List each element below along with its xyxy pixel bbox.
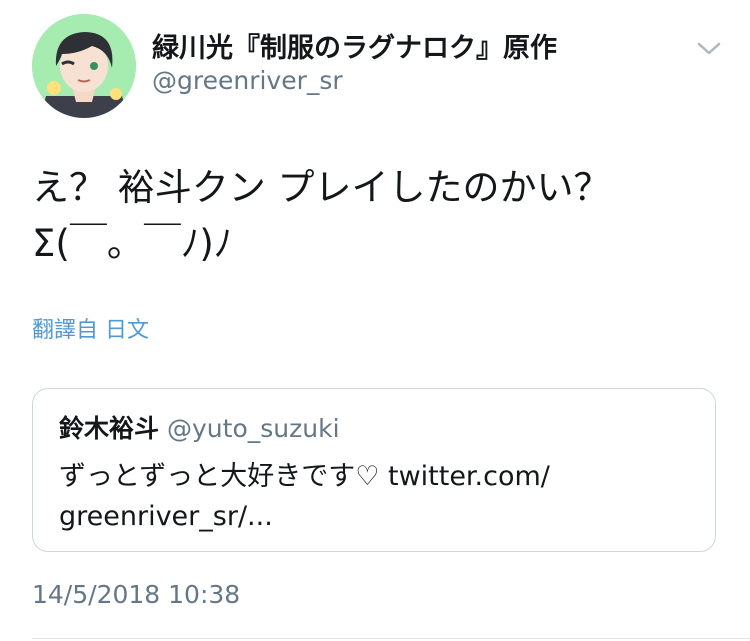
avatar[interactable] xyxy=(32,14,136,118)
quote-text: ずっとずっと大好きです♡ twitter.com/ greenriver_sr/… xyxy=(59,457,689,537)
display-name[interactable]: 緑川光『制服のラグナロク』原作 xyxy=(152,26,557,65)
tweet-timestamp[interactable]: 14/5/2018 10:38 xyxy=(32,580,240,609)
avatar-illustration xyxy=(32,14,136,118)
user-handle[interactable]: @greenriver_sr xyxy=(152,66,343,95)
chevron-down-icon[interactable] xyxy=(694,36,724,60)
quote-display-name: 鈴木裕斗 xyxy=(59,414,160,443)
tweet-text: え？ 裕斗クン プレイしたのかい？ Σ(￣。￣ﾉ)ﾉ xyxy=(32,166,611,265)
quote-text-content: ずっとずっと大好きです♡ twitter.com/ greenriver_sr/… xyxy=(59,461,550,532)
translate-link[interactable]: 翻譯自 日文 xyxy=(32,312,149,344)
quoted-tweet[interactable]: 鈴木裕斗 @yuto_suzuki ずっとずっと大好きです♡ twitter.co… xyxy=(32,388,716,552)
quote-author: 鈴木裕斗 @yuto_suzuki xyxy=(59,409,340,445)
divider xyxy=(32,638,750,639)
quote-handle: @yuto_suzuki xyxy=(167,414,340,443)
